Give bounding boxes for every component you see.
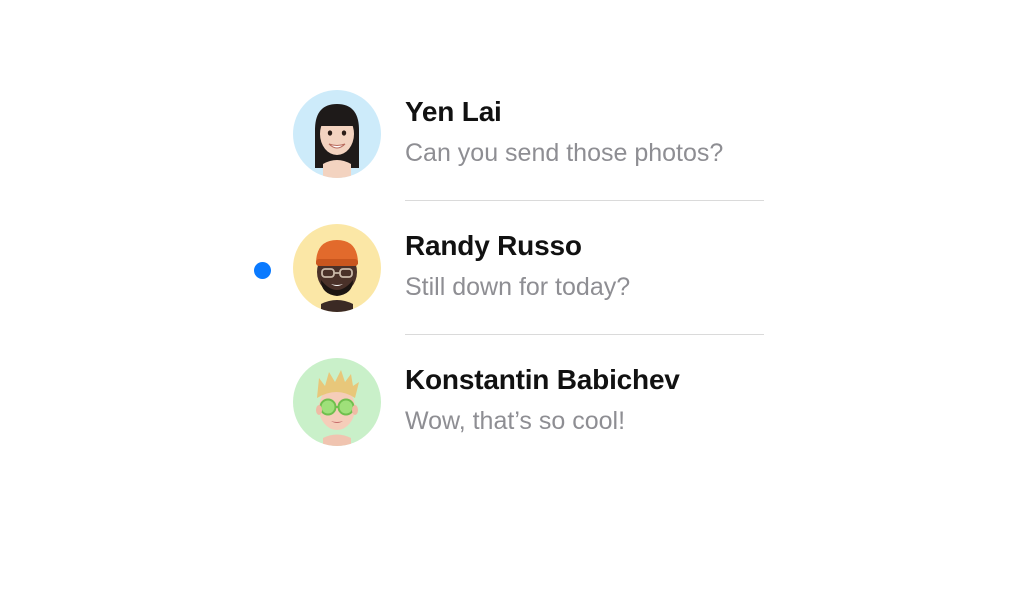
contact-name: Konstantin Babichev <box>405 364 680 395</box>
message-preview: Still down for today? <box>405 273 631 301</box>
memoji-man-orange-beanie-icon <box>293 224 381 312</box>
unread-indicator-icon <box>254 262 271 279</box>
contact-name: Yen Lai <box>405 96 502 127</box>
conversation-row-konstantin-babichev[interactable]: Konstantin Babichev Wow, that’s so cool! <box>252 335 764 469</box>
conversation-row-yen-lai[interactable]: Yen Lai Can you send those photos? <box>252 67 764 201</box>
memoji-man-green-sunglasses-icon <box>293 358 381 446</box>
conversation-row-randy-russo[interactable]: Randy Russo Still down for today? <box>252 201 764 335</box>
message-preview: Wow, that’s so cool! <box>405 407 626 435</box>
memoji-woman-black-hair-icon <box>293 90 381 178</box>
contact-name: Randy Russo <box>405 230 582 261</box>
message-preview: Can you send those photos? <box>405 139 724 167</box>
message-list: Yen Lai Can you send those photos? Randy… <box>0 0 1028 592</box>
